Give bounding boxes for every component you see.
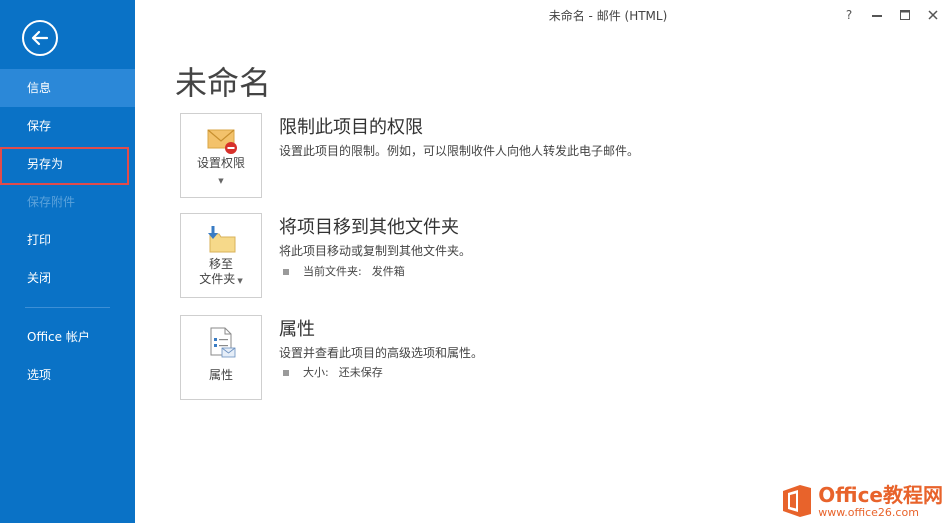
size-row: 大小: 还未保存 [283, 364, 383, 380]
close-icon [928, 10, 938, 20]
backstage-sidebar: 信息 保存 另存为 保存附件 打印 关闭 Office 帐户 选项 [0, 0, 135, 523]
window-controls: ? [835, 5, 947, 25]
office-logo-icon [783, 485, 812, 517]
back-arrow-icon [31, 30, 49, 46]
minimize-button[interactable] [863, 5, 891, 25]
size-value: 还未保存 [338, 366, 383, 379]
move-label-line2-wrap: 文件夹 ▼ [181, 272, 261, 289]
watermark-text: Office教程网 www.office26.com [818, 485, 943, 518]
move-to-folder-button[interactable]: 移至 文件夹 ▼ [180, 213, 262, 298]
move-label-line1: 移至 [208, 257, 233, 271]
title-bar: 未命名 - 邮件 (HTML) ? [135, 0, 951, 30]
move-section: 移至 文件夹 ▼ 将项目移到其他文件夹 将此项目移动或复制到其他文件夹。 当前文… [180, 213, 920, 303]
close-button[interactable] [919, 5, 947, 25]
properties-button[interactable]: 属性 [180, 315, 262, 400]
set-permissions-button[interactable]: 设置权限 ▼ [180, 113, 262, 198]
back-button[interactable] [22, 20, 58, 56]
properties-icon [210, 327, 236, 358]
current-folder-row: 当前文件夹: 发件箱 [283, 263, 405, 279]
move-folder-icon [208, 226, 236, 253]
nav-item-save-as[interactable]: 另存为 [0, 145, 135, 185]
nav-item-save-attachments: 保存附件 [27, 195, 76, 209]
nav-item-options[interactable]: 选项 [0, 356, 135, 394]
current-folder-value: 发件箱 [371, 265, 405, 278]
properties-title: 属性 [279, 319, 315, 340]
permissions-desc: 设置此项目的限制。例如，可以限制收件人向他人转发此电子邮件。 [279, 144, 640, 158]
bullet-icon [283, 370, 289, 376]
size-label: 大小: [303, 366, 329, 379]
properties-label: 属性 [208, 368, 233, 382]
dropdown-caret-icon: ▼ [235, 277, 243, 285]
watermark-url: www.office26.com [818, 505, 919, 519]
maximize-icon [900, 10, 910, 20]
watermark-brand: Office教程网 [818, 482, 943, 507]
nav-item-info[interactable]: 信息 [0, 69, 135, 107]
nav-item-close[interactable]: 关闭 [0, 259, 135, 297]
page-title: 未命名 [175, 64, 272, 102]
dropdown-caret-icon: ▼ [218, 177, 224, 185]
permissions-title: 限制此项目的权限 [279, 117, 423, 138]
current-folder-label: 当前文件夹: [303, 265, 362, 278]
bullet-icon [283, 269, 289, 275]
backstage-nav: 信息 保存 另存为 保存附件 打印 关闭 Office 帐户 选项 [0, 69, 135, 394]
move-title: 将项目移到其他文件夹 [279, 217, 459, 238]
nav-item-office-account[interactable]: Office 帐户 [0, 318, 135, 356]
help-button[interactable]: ? [835, 5, 863, 25]
watermark: Office教程网 www.office26.com [780, 483, 943, 519]
move-label-line2: 文件夹 [199, 272, 236, 286]
nav-item-print[interactable]: 打印 [0, 221, 135, 259]
envelope-restrict-icon [207, 129, 237, 154]
maximize-button[interactable] [891, 5, 919, 25]
minimize-icon [872, 15, 882, 17]
properties-desc: 设置并查看此项目的高级选项和属性。 [279, 346, 484, 360]
window-title: 未命名 - 邮件 (HTML) [548, 9, 668, 23]
move-desc: 将此项目移动或复制到其他文件夹。 [279, 244, 472, 258]
permissions-section: 设置权限 ▼ 限制此项目的权限 设置此项目的限制。例如，可以限制收件人向他人转发… [180, 113, 920, 203]
nav-item-save[interactable]: 保存 [0, 107, 135, 145]
properties-section: 属性 属性 设置并查看此项目的高级选项和属性。 大小: 还未保存 [180, 315, 920, 405]
nav-separator [25, 307, 110, 308]
set-permissions-label: 设置权限 [196, 156, 245, 170]
